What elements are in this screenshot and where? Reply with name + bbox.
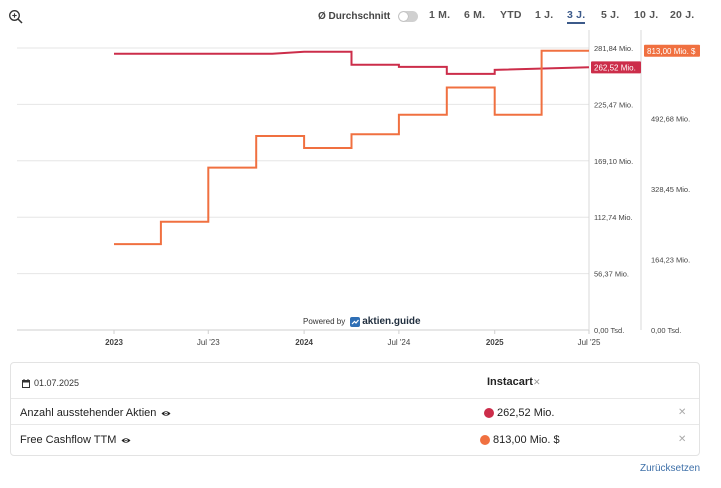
metric-name: Anzahl ausstehender Aktien	[20, 407, 171, 419]
range-3y-button[interactable]: 3 J.	[567, 9, 586, 24]
left-axis-tick-label: 281,84 Mio.	[594, 44, 633, 53]
table-row: Anzahl ausstehender Aktien 262,52 Mio. ✕	[11, 398, 699, 424]
attribution: Powered by aktien.guide	[303, 316, 421, 327]
range-6m-button[interactable]: 6 M.	[464, 9, 485, 21]
series-last-value-label: 813,00 Mio. $	[647, 47, 696, 56]
eye-icon[interactable]	[161, 410, 171, 417]
series-color-dot	[484, 408, 494, 418]
left-axis-tick-label: 112,74 Mio.	[594, 213, 633, 222]
left-axis-tick-label: 56,37 Mio.	[594, 270, 629, 279]
right-axis-tick-label: 328,45 Mio.	[651, 185, 690, 194]
brand-name[interactable]: aktien.guide	[362, 316, 420, 327]
range-5y-button[interactable]: 5 J.	[601, 9, 619, 21]
range-10y-button[interactable]: 10 J.	[634, 9, 658, 21]
reset-link[interactable]: Zurücksetzen	[640, 463, 700, 474]
x-axis-tick-label: Jul '24	[387, 338, 410, 347]
left-axis-tick-label: 0,00 Tsd.	[594, 326, 624, 335]
average-toggle[interactable]	[398, 10, 419, 22]
range-1y-button[interactable]: 1 J.	[535, 9, 553, 21]
x-axis-tick-label: Jul '23	[197, 338, 220, 347]
calendar-icon	[22, 378, 30, 388]
left-axis-tick-label: 169,10 Mio.	[594, 157, 633, 166]
table-row: Free Cashflow TTM 813,00 Mio. $ ✕	[11, 424, 699, 454]
company-column-title: Instacart	[487, 376, 533, 388]
brand-logo-icon	[350, 316, 361, 327]
comparison-table: 01.07.2025 Instacart ✕ Anzahl ausstehend…	[10, 362, 700, 456]
x-axis-tick-label: 2024	[295, 338, 313, 347]
line-chart[interactable]: 0,00 Tsd. 56,37 Mio. 112,74 Mio. 169,10 Mio…	[0, 30, 721, 352]
table-header-row: 01.07.2025 Instacart ✕	[11, 363, 699, 397]
range-20y-button[interactable]: 20 J.	[670, 9, 694, 21]
series-line	[114, 50, 590, 75]
right-axis-tick-label: 164,23 Mio.	[651, 256, 690, 265]
right-axis-tick-label: 0,00 Tsd.	[651, 326, 681, 335]
remove-row-icon[interactable]: ✕	[678, 407, 686, 418]
metric-label: Free Cashflow TTM	[20, 434, 117, 446]
left-axis-tick-label: 225,47 Mio.	[594, 100, 633, 109]
x-axis-tick-label: 2025	[486, 338, 504, 347]
metric-value-text: 262,52 Mio.	[497, 407, 555, 419]
x-axis-tick-label: Jul '25	[578, 338, 601, 347]
metric-value: 813,00 Mio. $	[480, 434, 560, 446]
powered-by-label: Powered by	[303, 317, 346, 326]
x-axis-tick-label: 2023	[105, 338, 123, 347]
range-1m-button[interactable]: 1 M.	[429, 9, 450, 21]
metric-name: Free Cashflow TTM	[20, 434, 131, 446]
right-axis-tick-label: 492,68 Mio.	[651, 115, 690, 124]
eye-icon[interactable]	[121, 437, 131, 444]
zoom-icon[interactable]	[8, 9, 24, 25]
toggle-knob	[399, 11, 409, 21]
series-last-value-label: 262,52 Mio.	[594, 63, 636, 72]
date-cell: 01.07.2025	[22, 378, 79, 388]
average-toggle-group: Ø Durchschnitt	[318, 8, 419, 24]
metric-label: Anzahl ausstehender Aktien	[20, 407, 157, 419]
remove-row-icon[interactable]: ✕	[678, 434, 686, 445]
range-ytd-button[interactable]: YTD	[500, 9, 522, 21]
metric-value: 262,52 Mio.	[484, 407, 554, 419]
series-color-dot	[480, 435, 490, 445]
series-line	[114, 49, 589, 246]
date-label: 01.07.2025	[34, 378, 80, 388]
remove-company-icon[interactable]: ✕	[533, 377, 541, 388]
average-label: Ø Durchschnitt	[318, 10, 391, 22]
metric-value-text: 813,00 Mio. $	[493, 434, 560, 446]
